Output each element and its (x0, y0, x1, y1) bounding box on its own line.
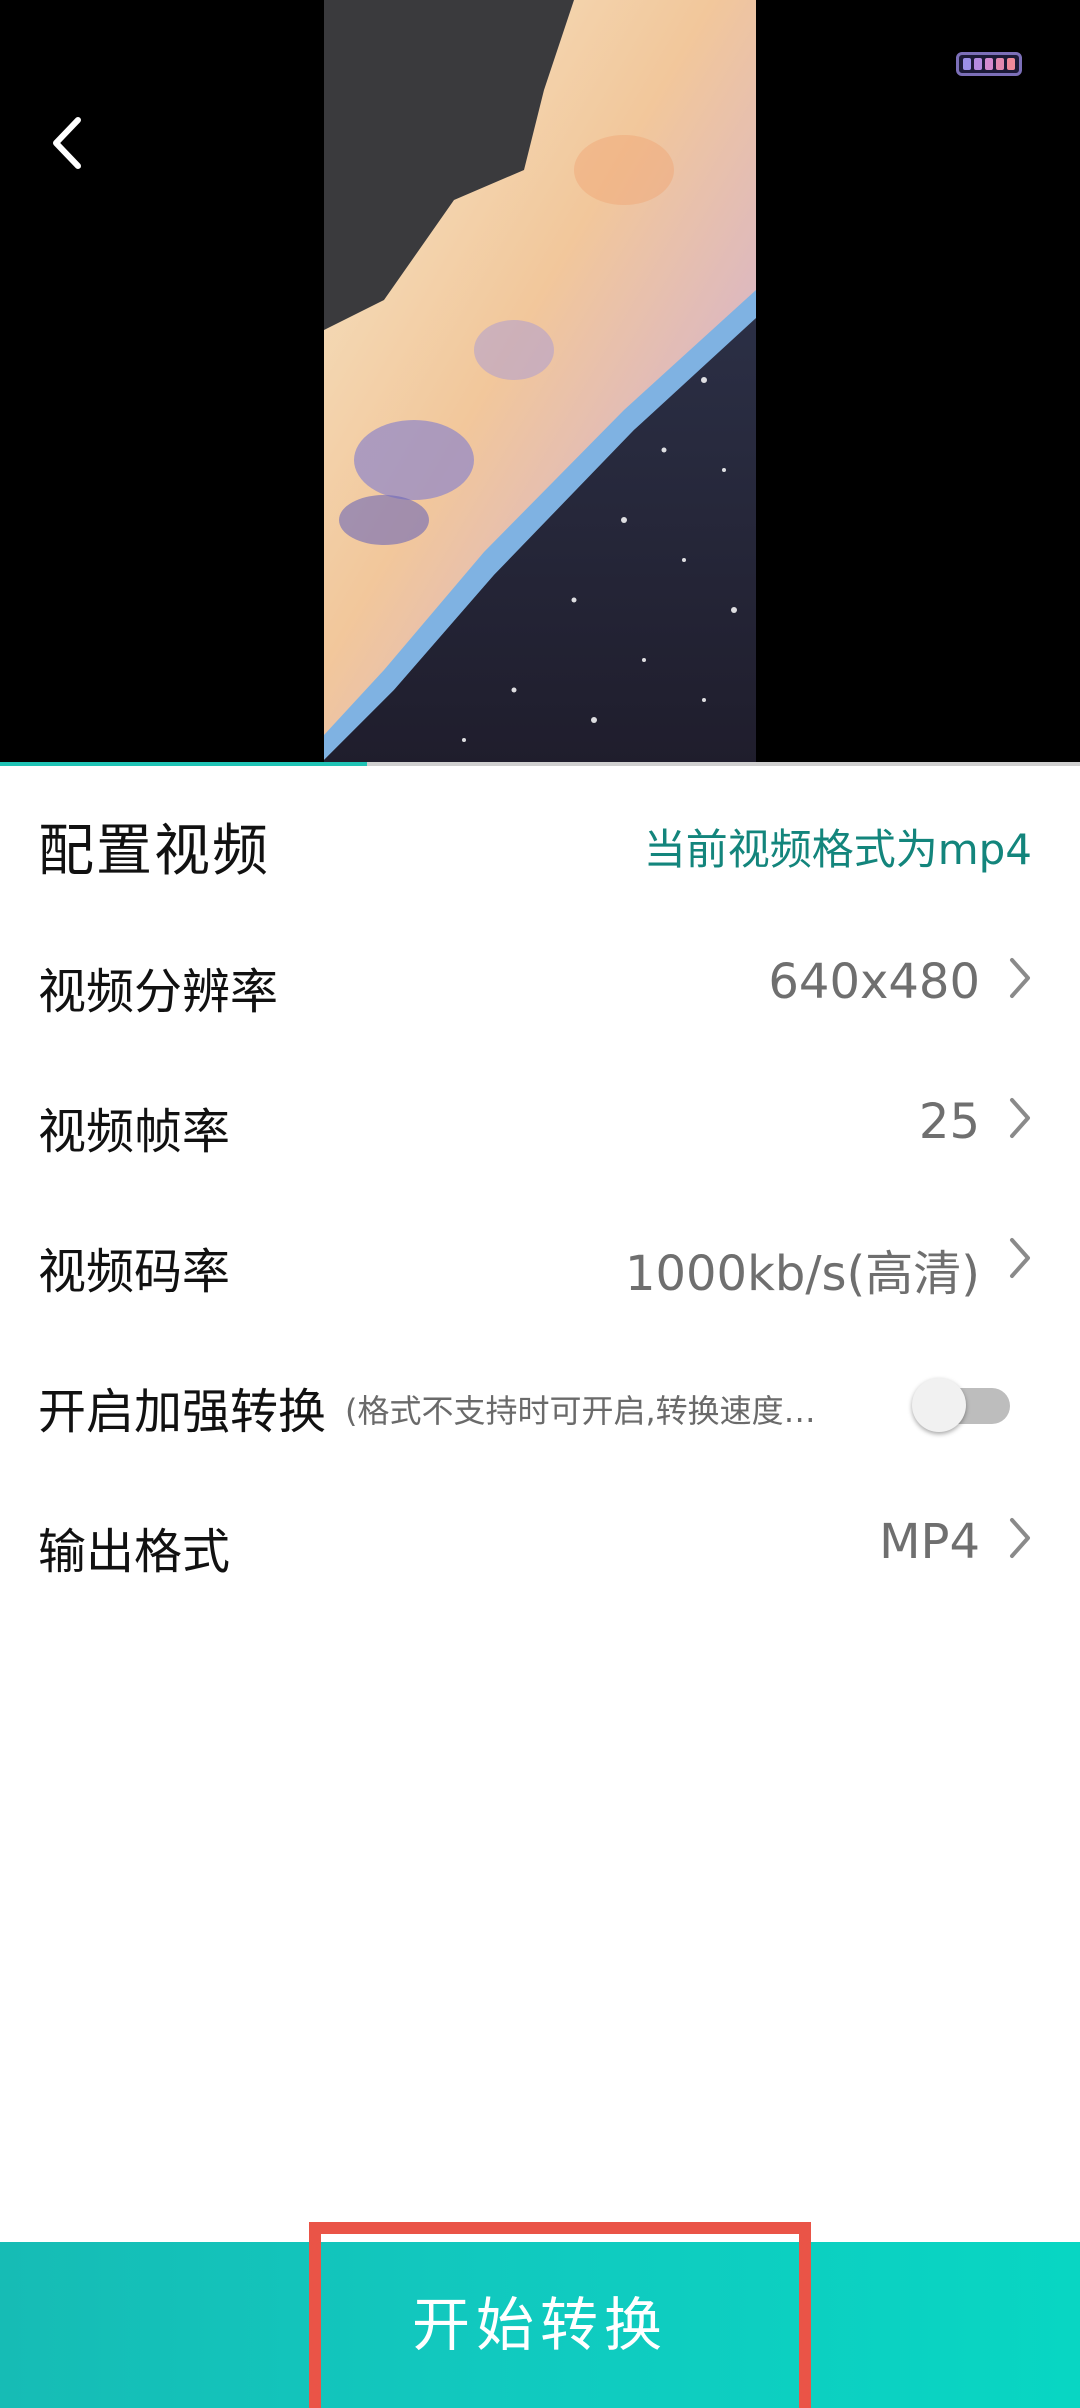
resolution-row[interactable]: 视频分辨率 640x480 (0, 916, 1080, 1056)
output-format-row[interactable]: 输出格式 MP4 (0, 1476, 1080, 1616)
frame-rate-value: 25 (918, 1094, 980, 1150)
enhance-conversion-label: 开启加强转换 (38, 1384, 327, 1440)
indicator-segment (985, 58, 993, 70)
start-conversion-button[interactable]: 开始转换 (0, 2242, 1080, 2408)
bitrate-label: 视频码率 (38, 1244, 231, 1300)
chevron-right-icon (1010, 1238, 1030, 1278)
bitrate-value: 1000kb/s(高清) (624, 1246, 980, 1302)
settings-header: 配置视频 当前视频格式为mp4 (0, 766, 1080, 916)
chevron-right-icon (1010, 958, 1030, 998)
video-frame[interactable] (324, 0, 756, 766)
start-conversion-label: 开始转换 (411, 2291, 668, 2359)
chevron-right-icon (1010, 1098, 1030, 1138)
output-format-label: 输出格式 (38, 1524, 231, 1580)
indicator-segment (1007, 58, 1015, 70)
video-preview (0, 0, 1080, 766)
resolution-value: 640x480 (768, 954, 980, 1010)
indicator-segment (974, 58, 982, 70)
settings-title: 配置视频 (38, 819, 270, 884)
resolution-label: 视频分辨率 (38, 964, 279, 1020)
video-thumbnail (324, 0, 756, 766)
enhance-conversion-row: 开启加强转换 (格式不支持时可开启,转换速度… (0, 1336, 1080, 1476)
chevron-right-icon (1010, 1518, 1030, 1558)
output-format-value: MP4 (879, 1514, 980, 1570)
enhance-conversion-note: (格式不支持时可开启,转换速度… (345, 1392, 816, 1430)
bitrate-row[interactable]: 视频码率 1000kb/s(高清) (0, 1196, 1080, 1336)
toggle-knob (912, 1378, 966, 1432)
chevron-left-icon (53, 117, 81, 169)
enhance-conversion-toggle[interactable] (912, 1378, 1010, 1432)
indicator-segment (996, 58, 1004, 70)
frame-rate-row[interactable]: 视频帧率 25 (0, 1056, 1080, 1196)
status-indicator (956, 52, 1022, 76)
frame-rate-label: 视频帧率 (38, 1104, 231, 1160)
back-button[interactable] (44, 112, 96, 174)
indicator-segment (963, 58, 971, 70)
current-format-hint: 当前视频格式为mp4 (643, 825, 1032, 874)
